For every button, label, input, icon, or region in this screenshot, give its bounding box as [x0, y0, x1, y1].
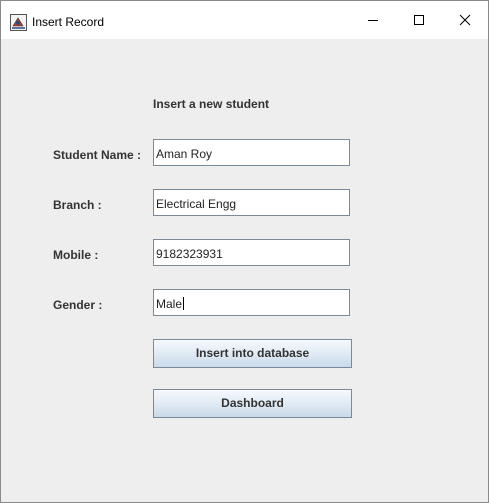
insert-button[interactable]: Insert into database	[153, 339, 352, 368]
gender-input[interactable]: Male	[153, 289, 350, 316]
student-name-input[interactable]: Aman Roy	[153, 139, 350, 166]
branch-label: Branch :	[53, 198, 102, 212]
mobile-label: Mobile :	[53, 248, 99, 262]
close-button[interactable]	[442, 1, 488, 39]
text-caret	[183, 297, 185, 310]
insert-record-window: Insert Record Insert a new student Stude…	[0, 0, 489, 503]
form-heading: Insert a new student	[153, 97, 270, 111]
student-name-label: Student Name :	[53, 148, 142, 162]
java-app-icon	[10, 14, 27, 31]
mobile-input[interactable]: 9182323931	[153, 239, 350, 266]
minimize-button[interactable]	[350, 1, 396, 39]
mobile-value: 9182323931	[156, 247, 223, 261]
gender-label: Gender :	[53, 298, 103, 312]
gender-value: Male	[156, 297, 183, 311]
window-title: Insert Record	[32, 15, 105, 29]
dashboard-button[interactable]: Dashboard	[153, 389, 352, 418]
branch-value: Electrical Engg	[156, 197, 237, 211]
minimize-icon	[368, 20, 378, 21]
branch-input[interactable]: Electrical Engg	[153, 189, 350, 216]
title-bar: Insert Record	[1, 1, 488, 39]
student-name-value: Aman Roy	[156, 147, 213, 161]
close-icon	[459, 14, 471, 26]
maximize-icon	[414, 15, 424, 25]
maximize-button[interactable]	[396, 1, 442, 39]
